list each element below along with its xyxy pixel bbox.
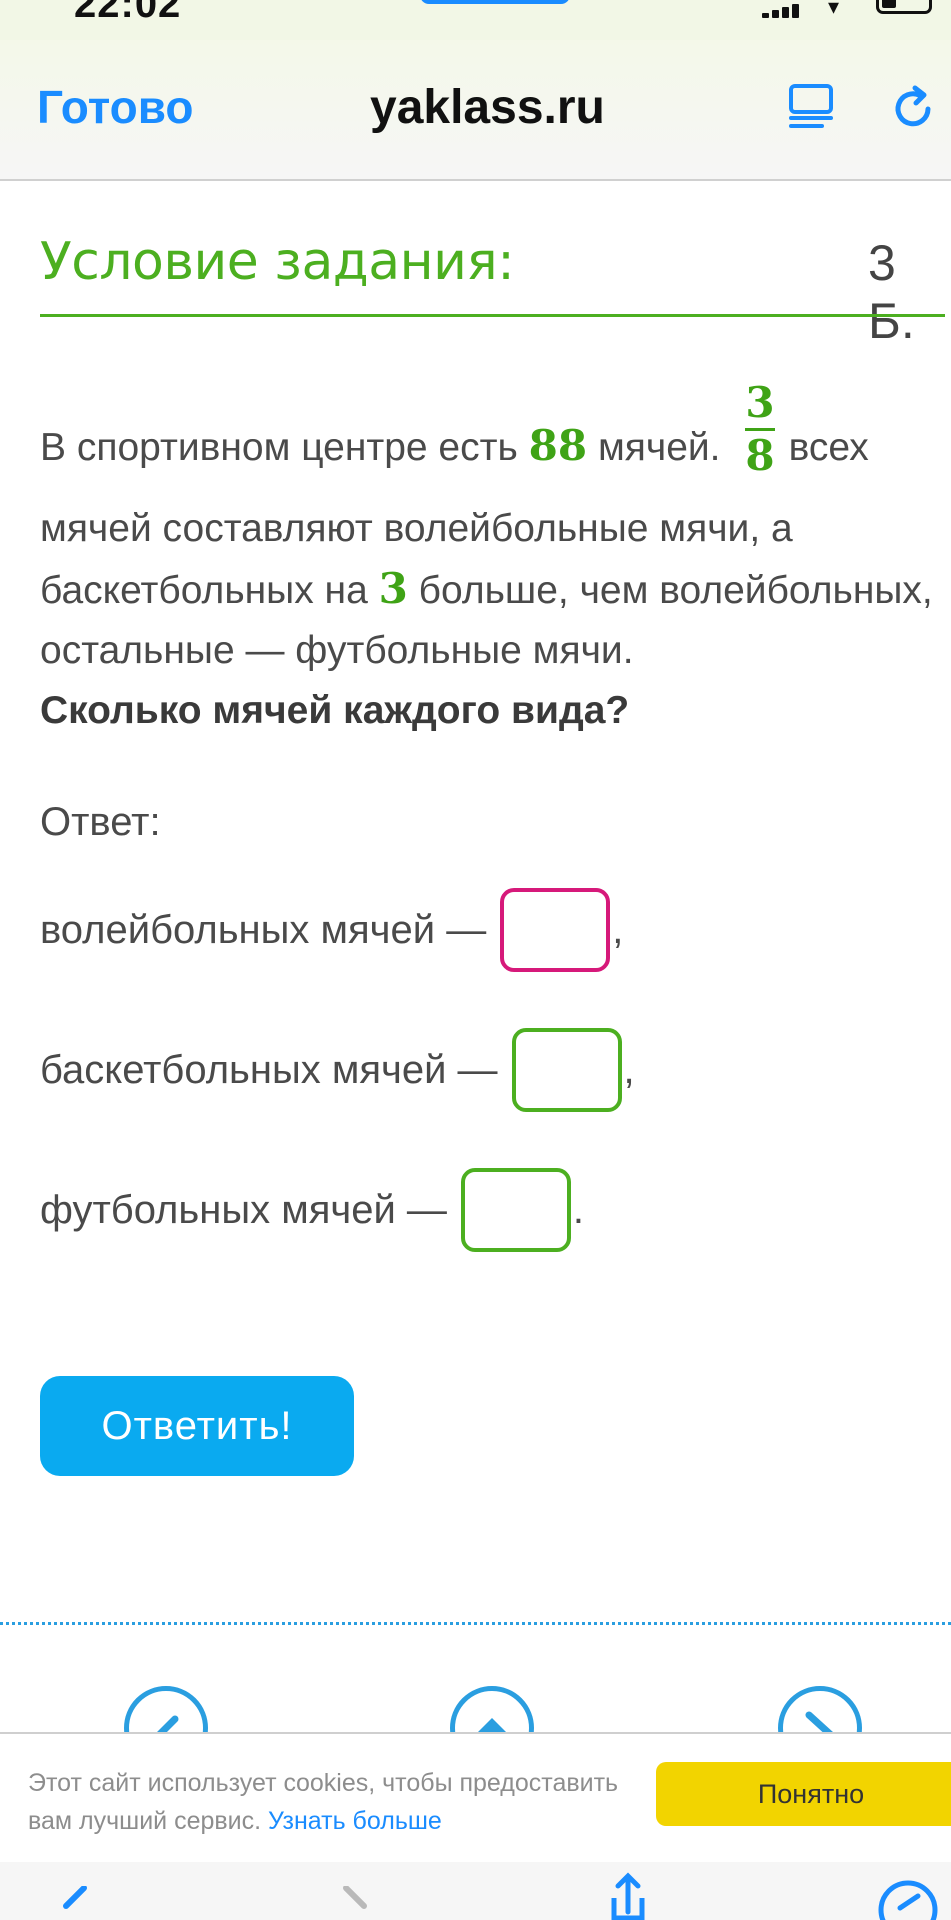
- status-time: 22:02: [74, 0, 182, 26]
- heading-divider: [40, 314, 945, 317]
- total-balls-number: 88: [528, 420, 588, 470]
- status-bar: 22:02 ▾: [0, 0, 951, 40]
- volleyball-answer-input[interactable]: [500, 888, 611, 972]
- browser-bottom-bar: [0, 1862, 951, 1920]
- fraction-denominator: 8: [745, 431, 775, 480]
- cookie-learn-more-link[interactable]: Узнать больше: [268, 1807, 442, 1835]
- done-button[interactable]: Готово: [37, 80, 194, 134]
- answer-row-volleyball: волейбольных мячей — ,: [40, 888, 623, 972]
- answer-row-basketball: баскетбольных мячей — ,: [40, 1028, 635, 1112]
- answer-row-label: волейбольных мячей —: [40, 907, 487, 952]
- forward-icon[interactable]: [336, 1886, 376, 1920]
- back-icon[interactable]: [54, 1886, 94, 1920]
- cookie-accept-button[interactable]: Понятно: [656, 1762, 951, 1826]
- problem-text-part: В спортивном центре есть: [40, 425, 529, 469]
- answer-label: Ответ:: [40, 800, 161, 844]
- fraction-numerator: 3: [745, 378, 775, 427]
- submit-answer-button[interactable]: Ответить!: [40, 1376, 354, 1476]
- answer-punctuation: ,: [612, 907, 624, 952]
- cookie-text: Этот сайт использует cookies, чтобы пред…: [28, 1764, 648, 1840]
- reader-view-icon[interactable]: [788, 82, 834, 130]
- task-points: 3 Б.: [868, 235, 915, 349]
- question-text: Сколько мячей каждого вида?: [40, 689, 630, 732]
- compass-icon[interactable]: [876, 1878, 940, 1920]
- difference-number: 3: [378, 564, 408, 613]
- problem-text-part: мячей.: [587, 425, 732, 469]
- site-title: yaklass.ru: [370, 81, 605, 134]
- fraction: 38: [745, 378, 775, 480]
- problem-text: В спортивном центре есть 88 мячей. 3 8 все…: [40, 380, 945, 741]
- answer-row-label: баскетбольных мячей —: [40, 1047, 498, 1092]
- signal-icon: [762, 4, 806, 18]
- football-answer-input[interactable]: [460, 1168, 571, 1252]
- wifi-icon: ▾: [828, 0, 840, 19]
- browser-toolbar: Готово yaklass.ru: [0, 40, 951, 181]
- dotted-divider: [0, 1622, 951, 1625]
- battery-icon: [876, 0, 932, 14]
- dynamic-island-indicator: [420, 0, 570, 4]
- basketball-answer-input[interactable]: [511, 1028, 622, 1112]
- reload-icon[interactable]: [888, 84, 938, 134]
- answer-punctuation: .: [572, 1187, 585, 1232]
- share-icon[interactable]: [608, 1872, 648, 1920]
- cookie-banner: Этот сайт использует cookies, чтобы пред…: [0, 1732, 951, 1864]
- answer-punctuation: ,: [623, 1047, 635, 1092]
- answer-row-label: футбольных мячей —: [40, 1187, 447, 1232]
- task-heading: Условие задания:: [40, 232, 515, 292]
- answer-row-football: футбольных мячей — .: [40, 1168, 584, 1252]
